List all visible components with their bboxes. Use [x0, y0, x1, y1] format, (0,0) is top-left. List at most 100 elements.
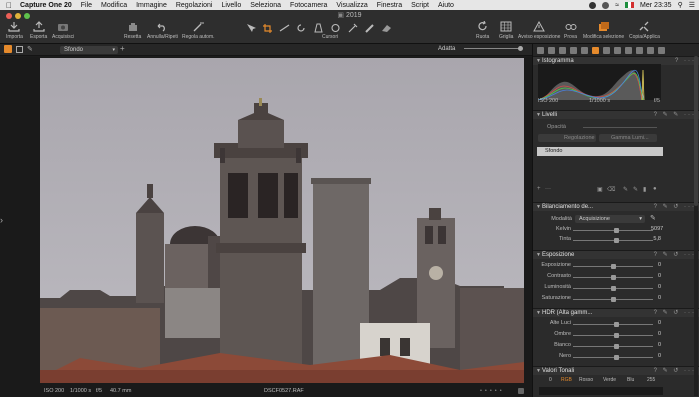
hdr-value[interactable]: 0 [651, 320, 661, 326]
straighten-tool-icon[interactable] [279, 23, 290, 33]
add-layer-plus-icon[interactable]: + [537, 186, 541, 192]
levels-controls[interactable]: ? ✎ ↺ ··· [654, 367, 696, 376]
crop-tool-icon[interactable] [262, 23, 273, 33]
levels-graph[interactable] [539, 387, 663, 395]
modifica-selezione-button[interactable]: Modifica selezione [583, 21, 624, 40]
tab-details-icon[interactable] [603, 46, 610, 54]
search-icon[interactable]: ⚲ [678, 1, 683, 9]
hdr-slider[interactable] [573, 355, 653, 360]
esposizione-knob[interactable] [610, 286, 616, 291]
esposizione-value[interactable]: 0 [651, 273, 661, 279]
brush-tool-icon[interactable] [364, 23, 375, 33]
regolazione-dropdown[interactable]: Regolazione [538, 134, 596, 142]
levels-tab-blu[interactable]: Blu [627, 377, 634, 383]
esposizione-row-1[interactable]: Contrasto 0 [533, 273, 663, 281]
esposizione-row-2[interactable]: Luminosità 0 [533, 284, 663, 292]
menu-modifica[interactable]: Modifica [101, 2, 127, 9]
esposizione-slider[interactable] [573, 286, 653, 291]
importa-button[interactable]: Importa [6, 21, 23, 40]
photo-canvas[interactable] [40, 58, 524, 383]
white-balance-controls[interactable]: ? ✎ ↺ ··· [654, 203, 696, 212]
zoom-fit-label[interactable]: Adatta [438, 46, 455, 52]
annulla-ripeti-button[interactable]: Annulla/Ripeti [147, 21, 178, 40]
clock[interactable]: Mer 23:35 [640, 2, 672, 9]
wb-mode-select[interactable]: Acquisizione ▾ [575, 215, 645, 223]
tab-capture-icon[interactable] [548, 46, 555, 54]
picker-tool-icon[interactable] [347, 23, 358, 33]
layer-gradient-icon[interactable]: ▮ [643, 186, 646, 193]
tab-lens-icon[interactable] [559, 46, 566, 54]
esposizione-value[interactable]: 0 [651, 295, 661, 301]
hdr-value[interactable]: 0 [651, 342, 661, 348]
wifi-icon[interactable]: ≈ [615, 2, 619, 9]
esposizione-slider[interactable] [573, 275, 653, 280]
levels-black-value[interactable]: 0 [549, 377, 552, 383]
status-icon[interactable] [602, 1, 610, 9]
hdr-header[interactable]: ▼ HDR (Alta gamm... ? ✎ ↺ ··· [533, 308, 699, 317]
pan-cursor-icon[interactable] [245, 23, 256, 33]
esposizione-row-0[interactable]: Esposizione 0 [533, 262, 663, 270]
esposizione-knob[interactable] [610, 264, 616, 269]
regola-autom-button[interactable]: Regola autom. [182, 21, 215, 40]
levels-header[interactable]: ▼ Valori Tonali ? ✎ ↺ ··· [533, 366, 699, 375]
rating-dots[interactable]: ••••• [480, 388, 505, 394]
esposizione-row-3[interactable]: Saturazione 0 [533, 295, 663, 303]
resetta-button[interactable]: Resetta [124, 21, 141, 40]
menu-file[interactable]: File [81, 2, 92, 9]
esposizione-slider[interactable] [573, 297, 653, 302]
hdr-controls[interactable]: ? ✎ ↺ ··· [654, 309, 696, 318]
eraser-tool-icon[interactable] [381, 23, 392, 33]
layer-row-sfondo[interactable]: Sfondo [537, 147, 663, 156]
rotate-tool-icon[interactable] [296, 23, 307, 33]
esposizione-value[interactable]: 0 [651, 262, 661, 268]
hdr-row-1[interactable]: Ombre 0 [533, 331, 663, 339]
kelvin-knob[interactable] [614, 228, 620, 233]
layer-radial-icon[interactable]: ● [653, 186, 657, 192]
wb-picker-icon[interactable]: ✎ [650, 214, 656, 222]
add-layer-icon[interactable]: + [120, 44, 125, 53]
levels-tab-rgb[interactable]: RGB [561, 377, 572, 383]
italian-flag-icon[interactable] [625, 2, 635, 8]
layer-edit-icon[interactable]: ✎ [27, 45, 33, 53]
kelvin-value[interactable]: 5097 [651, 226, 663, 232]
levels-tab-rosso[interactable]: Rosso [579, 377, 593, 383]
hdr-slider[interactable] [573, 344, 653, 349]
layers-controls[interactable]: ? ✎ ✎ ··· [654, 111, 696, 120]
menu-fotocamera[interactable]: Fotocamera [290, 2, 327, 9]
status-app-icon[interactable] [589, 1, 597, 9]
hdr-knob[interactable] [614, 322, 620, 327]
viewer-mode-icon[interactable] [16, 46, 23, 53]
gamma-dropdown[interactable]: Gamma Lumi... [599, 134, 657, 142]
esporta-button[interactable]: Esporta [30, 21, 47, 40]
tab-exposure-icon[interactable] [592, 46, 599, 54]
hdr-knob[interactable] [614, 355, 620, 360]
layer-mask-icon[interactable]: ▣ [597, 186, 603, 193]
expand-browser-icon[interactable]: › [0, 215, 3, 225]
ruota-button[interactable]: Ruota [476, 21, 489, 40]
esposizione-knob[interactable] [610, 297, 616, 302]
copia-applica-button[interactable]: Copia/Applica [629, 21, 660, 40]
layer-options-icon[interactable]: ··· [545, 186, 551, 192]
exposure-header[interactable]: ▼ Esposizione ? ✎ ↺ ··· [533, 250, 699, 259]
exposure-controls[interactable]: ? ✎ ↺ ··· [654, 251, 696, 260]
color-tag-icon[interactable] [518, 388, 524, 394]
layer-select[interactable]: Sfondo ▾ [60, 46, 118, 54]
levels-white-value[interactable]: 255 [647, 377, 655, 383]
menu-regolazioni[interactable]: Regolazioni [176, 2, 213, 9]
layers-header[interactable]: ▼ Livelli ? ✎ ✎ ··· [533, 110, 699, 119]
spot-tool-icon[interactable] [330, 23, 341, 33]
esposizione-value[interactable]: 0 [651, 284, 661, 290]
hdr-value[interactable]: 0 [651, 353, 661, 359]
esposizione-knob[interactable] [610, 275, 616, 280]
menu-aiuto[interactable]: Aiuto [438, 2, 454, 9]
tint-row[interactable]: Tinta 5,8 [533, 236, 663, 244]
tint-knob[interactable] [614, 238, 620, 243]
apple-menu-icon[interactable]:  [6, 1, 12, 10]
image-viewer[interactable]: ISO 200 1/1000 s f/5 40.7 mm DSCF0527.RA… [34, 57, 532, 397]
prova-button[interactable]: Prova [564, 21, 577, 40]
menu-livello[interactable]: Livello [221, 2, 241, 9]
acquisisci-button[interactable]: Acquisisci [52, 21, 74, 40]
tab-output-icon[interactable] [636, 46, 643, 54]
avviso-esposizione-button[interactable]: Avviso esposizione [518, 21, 560, 40]
tab-color-icon[interactable] [581, 46, 588, 54]
